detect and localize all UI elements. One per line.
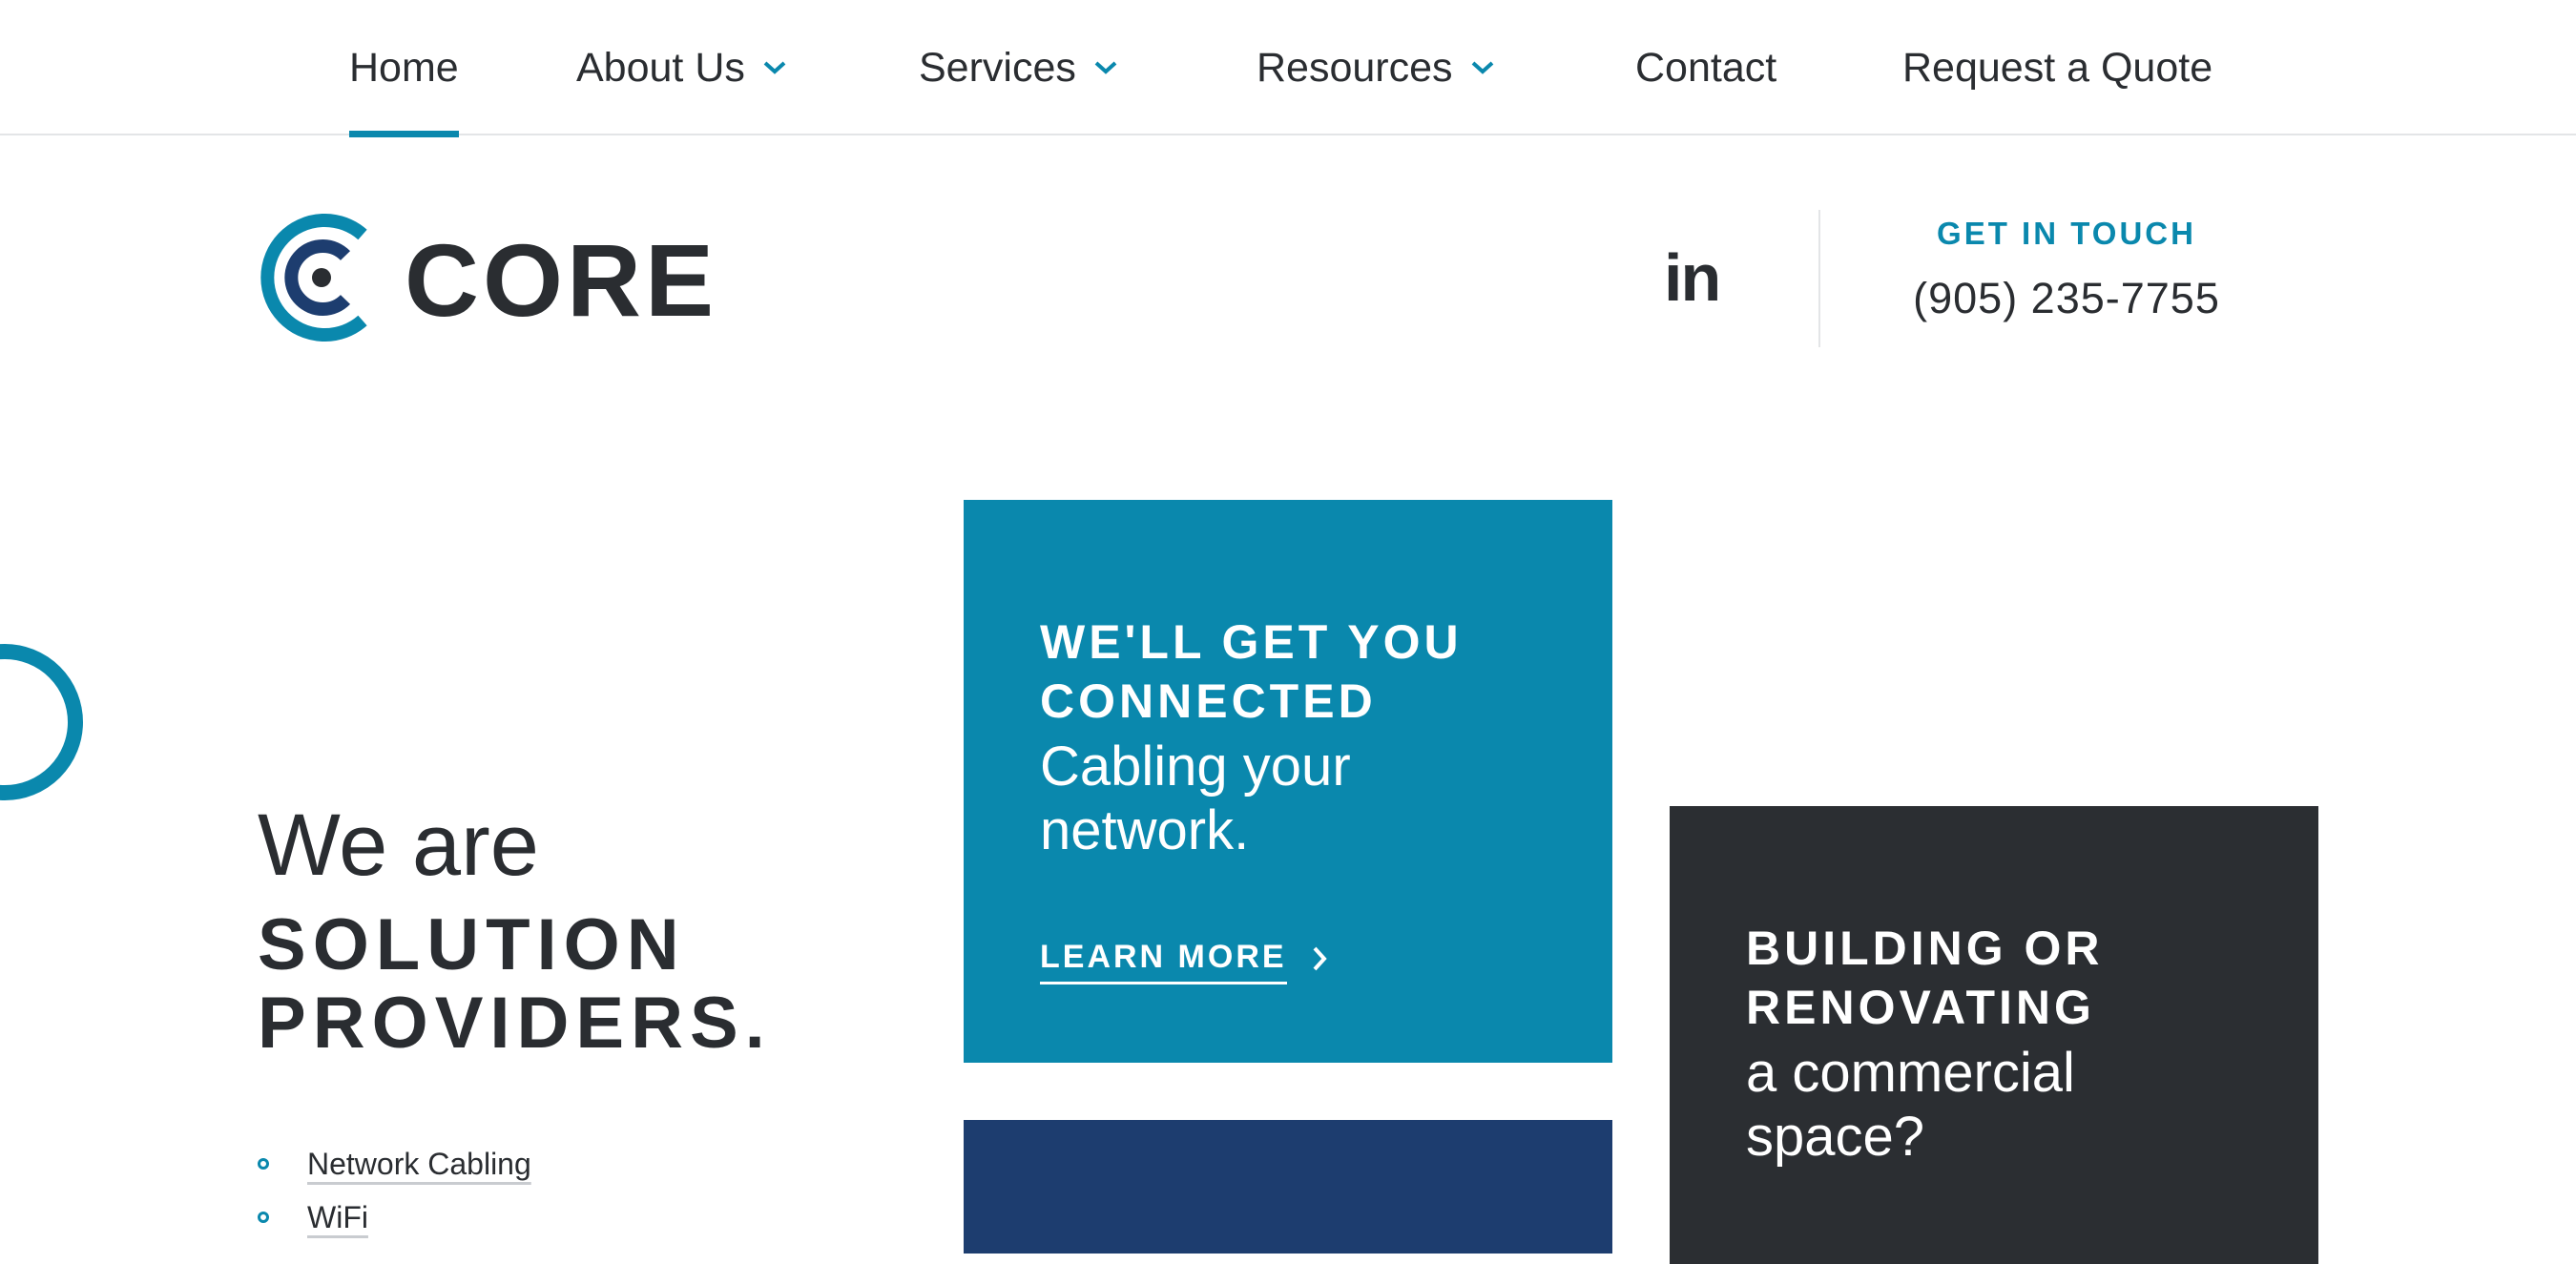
nav-item-about-us[interactable]: About Us	[576, 0, 787, 135]
card-heading-line: BUILDING OR	[1746, 922, 2104, 975]
hero-intro: We are	[258, 797, 539, 894]
decorative-ring	[0, 641, 86, 808]
card-navy	[964, 1120, 1612, 1254]
hero-heading-line: SOLUTION	[258, 904, 686, 985]
site-logo[interactable]: CORE	[258, 214, 717, 346]
nav-item-contact[interactable]: Contact	[1635, 0, 1776, 135]
card-heading-line: RENOVATING	[1746, 981, 2095, 1034]
chevron-down-icon	[762, 60, 787, 75]
card-connected: WE'LL GET YOU CONNECTED Cabling your net…	[964, 500, 1612, 1063]
phone-link[interactable]: (905) 235-7755	[1876, 274, 2257, 323]
nav-item-label: Request a Quote	[1902, 44, 2213, 91]
card-subheading-line: network.	[1040, 799, 1250, 861]
get-in-touch-label: GET IN TOUCH	[1937, 216, 2196, 251]
card-heading-line: CONNECTED	[1040, 674, 1377, 728]
main-nav: Home About Us Services Resources Contact…	[0, 0, 2576, 137]
list-item[interactable]: WiFi	[258, 1191, 531, 1244]
nav-item-label: Home	[349, 44, 459, 91]
hero-heading-line: PROVIDERS.	[258, 983, 772, 1064]
hero-heading: SOLUTION PROVIDERS.	[258, 906, 772, 1063]
card-heading: WE'LL GET YOU CONNECTED	[1040, 612, 1463, 731]
nav-item-label: About Us	[576, 44, 745, 91]
nav-item-home[interactable]: Home	[349, 0, 459, 137]
card-subheading-line: space?	[1746, 1106, 1925, 1168]
card-heading-line: WE'LL GET YOU	[1040, 615, 1463, 669]
nav-item-label: Services	[919, 44, 1076, 91]
chevron-down-icon	[1470, 60, 1495, 75]
card-subheading: Cabling your network.	[1040, 735, 1351, 862]
card-heading: BUILDING OR RENOVATING	[1746, 919, 2104, 1037]
core-logo-icon	[258, 214, 385, 346]
linkedin-icon[interactable]: in	[1664, 244, 1721, 311]
card-subheading: a commercial space?	[1746, 1041, 2075, 1169]
header-divider	[1818, 210, 1820, 347]
card-subheading-line: a commercial	[1746, 1042, 2075, 1104]
logo-text: CORE	[405, 221, 718, 338]
nav-item-label: Contact	[1635, 44, 1777, 91]
nav-item-services[interactable]: Services	[919, 0, 1118, 135]
nav-item-resources[interactable]: Resources	[1257, 0, 1495, 135]
card-subheading-line: Cabling your	[1040, 736, 1351, 798]
circle-bullet-icon	[258, 1212, 269, 1223]
circle-bullet-icon	[258, 1158, 269, 1170]
service-link[interactable]: WiFi	[307, 1200, 368, 1235]
card-building: BUILDING OR RENOVATING a commercial spac…	[1670, 806, 2318, 1264]
services-list: Network Cabling WiFi	[258, 1137, 531, 1244]
service-link[interactable]: Network Cabling	[307, 1147, 531, 1182]
chevron-down-icon	[1093, 60, 1118, 75]
chevron-right-icon	[1312, 945, 1327, 972]
list-item[interactable]: Network Cabling	[258, 1137, 531, 1191]
nav-item-label: Resources	[1257, 44, 1453, 91]
learn-more-label: LEARN MORE	[1040, 939, 1287, 984]
learn-more-link[interactable]: LEARN MORE	[1040, 939, 1327, 984]
nav-item-request-quote[interactable]: Request a Quote	[1902, 0, 2212, 135]
